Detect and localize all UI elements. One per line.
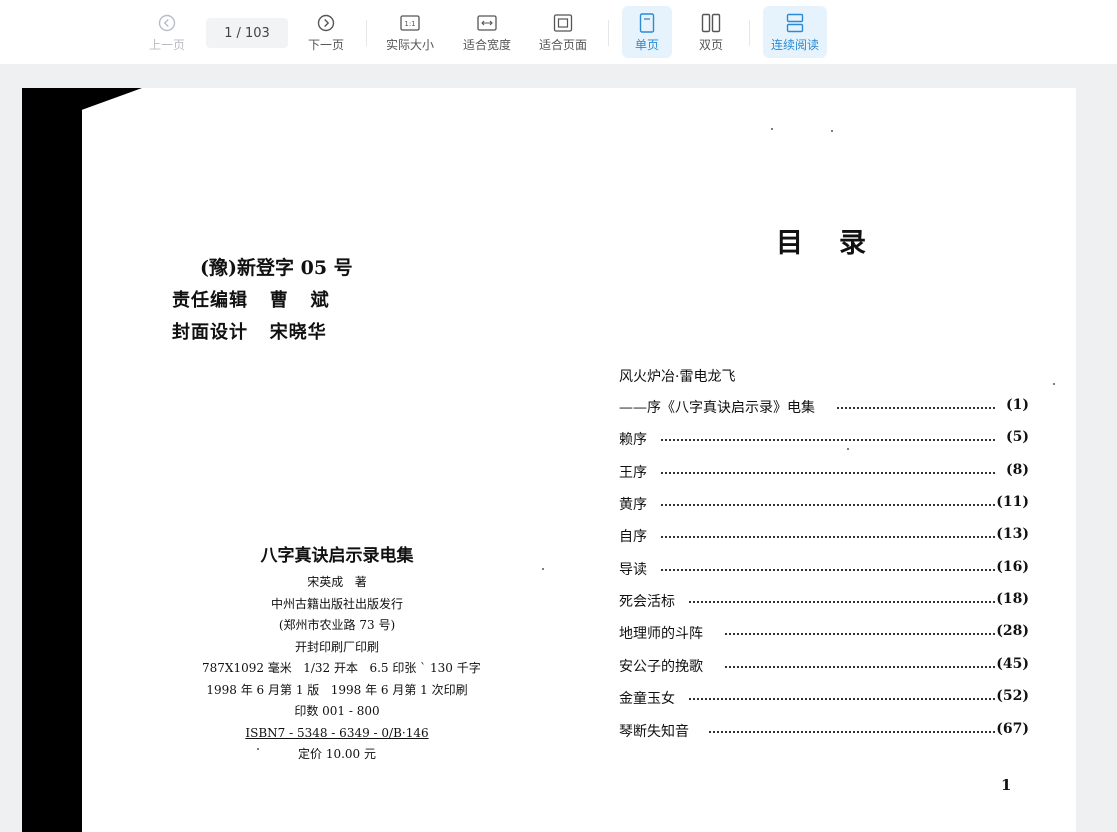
scan-speck xyxy=(771,128,773,130)
fit-page-icon xyxy=(552,12,574,34)
toc-leader-dots xyxy=(725,633,995,635)
double-page-button[interactable]: 双页 xyxy=(688,6,734,58)
scan-corner-shadow xyxy=(22,88,142,128)
single-page-button[interactable]: 单页 xyxy=(622,6,672,58)
continuous-read-button[interactable]: 连续阅读 xyxy=(763,6,827,58)
toc-leader-dots xyxy=(837,407,995,409)
publisher-line: 中州古籍出版社出版发行 xyxy=(270,596,403,611)
toc-title: 目录 xyxy=(776,228,902,259)
toc-entry[interactable]: 赖序 (5) xyxy=(619,429,1029,451)
toc-entry-label: 死会活标 xyxy=(619,594,675,610)
toc-entry-page: (67) xyxy=(996,721,1029,737)
author-line: 宋英成 著 xyxy=(307,575,367,589)
toc-entry[interactable]: 安公子的挽歌 (45) xyxy=(619,656,1029,678)
toolbar-divider xyxy=(366,20,367,46)
scan-speck xyxy=(831,130,833,132)
print-run-line: 印数 001 - 800 xyxy=(294,704,380,718)
edition-line: 1998 年 6 月第 1 版 1998 年 6 月第 1 次印刷 xyxy=(206,682,468,697)
specs-line: 787X1092 毫米 1/32 开本 6.5 印张 ` 130 千字 xyxy=(202,661,481,675)
isbn-line: ISBN7 - 5348 - 6349 - 0/B·146 xyxy=(245,725,429,740)
toc-entry-label: ——序《八字真诀启示录》电集 xyxy=(619,400,815,416)
document-page: (豫)新登字 05 号 责任编辑 曹 斌 封面设计 宋晓华 八字真诀启示录电集 … xyxy=(22,88,1076,832)
toc-entry-page: (16) xyxy=(996,559,1029,575)
toc-entry-page: (1) xyxy=(1006,397,1029,413)
single-page-icon xyxy=(636,12,658,34)
editor-credit: 责任编辑 曹 斌 xyxy=(172,290,330,311)
address-line: (郑州市农业路 73 号) xyxy=(278,618,396,632)
toc-leader-dots xyxy=(661,504,995,506)
actual-size-button[interactable]: 1:1 实际大小 xyxy=(383,6,437,58)
toc-entry-page: (5) xyxy=(1006,429,1029,445)
registration-number: (豫)新登字 05 号 xyxy=(200,257,353,279)
toc-entry-label: 金童玉女 xyxy=(619,691,675,707)
toc-leader-dots xyxy=(689,698,995,700)
toc-entry[interactable]: 琴断失知音 (67) xyxy=(619,721,1029,743)
toc-leader-dots xyxy=(725,666,995,668)
page-indicator: 1 / 103 xyxy=(206,18,288,48)
toc-leader-dots xyxy=(661,569,995,571)
toc-entry[interactable]: 自序 (13) xyxy=(619,526,1029,548)
toc-entry[interactable]: 黄序 (11) xyxy=(619,494,1029,516)
price-line: 定价 10.00 元 xyxy=(298,747,376,761)
double-page-icon xyxy=(700,12,722,34)
actual-size-icon: 1:1 xyxy=(399,12,421,34)
page-number: 1 xyxy=(1001,776,1012,794)
toc-leader-dots xyxy=(661,536,995,538)
printer-line: 开封印刷厂印刷 xyxy=(294,639,379,654)
book-title: 八字真诀启示录电集 xyxy=(260,546,414,566)
svg-text:1:1: 1:1 xyxy=(404,20,415,28)
toc-leader-dots xyxy=(661,439,995,441)
toc-entry-label: 赖序 xyxy=(619,432,647,448)
chevron-right-circle-icon xyxy=(315,12,337,34)
next-page-button[interactable]: 下一页 xyxy=(305,6,347,58)
scan-speck xyxy=(542,568,544,570)
toc-entry[interactable]: ——序《八字真诀启示录》电集 (1) xyxy=(619,397,1029,419)
current-page-input[interactable]: 1 xyxy=(224,26,232,41)
chevron-left-circle-icon xyxy=(156,12,178,34)
toc-entry-page: (18) xyxy=(996,591,1029,607)
reader-toolbar: 上一页 1 / 103 下一页 1:1 实际大小 适合宽度 适合页面 单页 双页… xyxy=(0,0,1117,64)
toc-entry-label: 黄序 xyxy=(619,497,647,513)
toolbar-divider xyxy=(749,20,750,46)
scan-speck xyxy=(257,748,259,750)
total-pages: / 103 xyxy=(236,25,270,41)
continuous-read-icon xyxy=(784,12,806,34)
fit-page-button[interactable]: 适合页面 xyxy=(536,6,590,58)
toc-entry-label: 琴断失知音 xyxy=(619,724,689,740)
toc-leader-dots xyxy=(661,472,995,474)
toc-entry-page: (28) xyxy=(996,623,1029,639)
toc-entry-label: 自序 xyxy=(619,529,647,545)
prev-page-button[interactable]: 上一页 xyxy=(146,6,188,58)
toc-entry-label: 王序 xyxy=(619,465,647,481)
toc-entry[interactable]: 王序 (8) xyxy=(619,462,1029,484)
toc-leader-dots xyxy=(689,601,995,603)
toolbar-divider xyxy=(608,20,609,46)
toc-entry-label: 导读 xyxy=(619,562,647,578)
toc-entry-page: (52) xyxy=(996,688,1029,704)
toc-entry-label: 安公子的挽歌 xyxy=(619,659,703,675)
imprint-block: 八字真诀启示录电集 宋英成 著 中州古籍出版社出版发行 (郑州市农业路 73 号… xyxy=(202,541,481,766)
toc-entry[interactable]: 地理师的斗阵 (28) xyxy=(619,623,1029,645)
scan-binding-shadow xyxy=(22,88,82,832)
toc-entry[interactable]: 导读 (16) xyxy=(619,559,1029,581)
fit-width-button[interactable]: 适合宽度 xyxy=(460,6,514,58)
toc-entry-page: (11) xyxy=(996,494,1029,510)
toc-entry-label: 风火炉冶·雷电龙飞 xyxy=(619,369,736,385)
scan-speck xyxy=(847,448,849,450)
scan-speck xyxy=(1053,383,1055,385)
fit-width-icon xyxy=(476,12,498,34)
toc-entry-page: (45) xyxy=(996,656,1029,672)
toc-entry-label: 地理师的斗阵 xyxy=(619,626,703,642)
toc-entry-page: (8) xyxy=(1006,462,1029,478)
toc-entry-page: (13) xyxy=(996,526,1029,542)
cover-design-credit: 封面设计 宋晓华 xyxy=(172,322,327,343)
copyright-header: (豫)新登字 05 号 责任编辑 曹 斌 封面设计 宋晓华 xyxy=(172,253,353,350)
toc-entry[interactable]: 金童玉女 (52) xyxy=(619,688,1029,710)
toc-entry[interactable]: 死会活标 (18) xyxy=(619,591,1029,613)
toc-entry[interactable]: 风火炉冶·雷电龙飞 xyxy=(619,366,1029,388)
toc-leader-dots xyxy=(709,731,995,733)
